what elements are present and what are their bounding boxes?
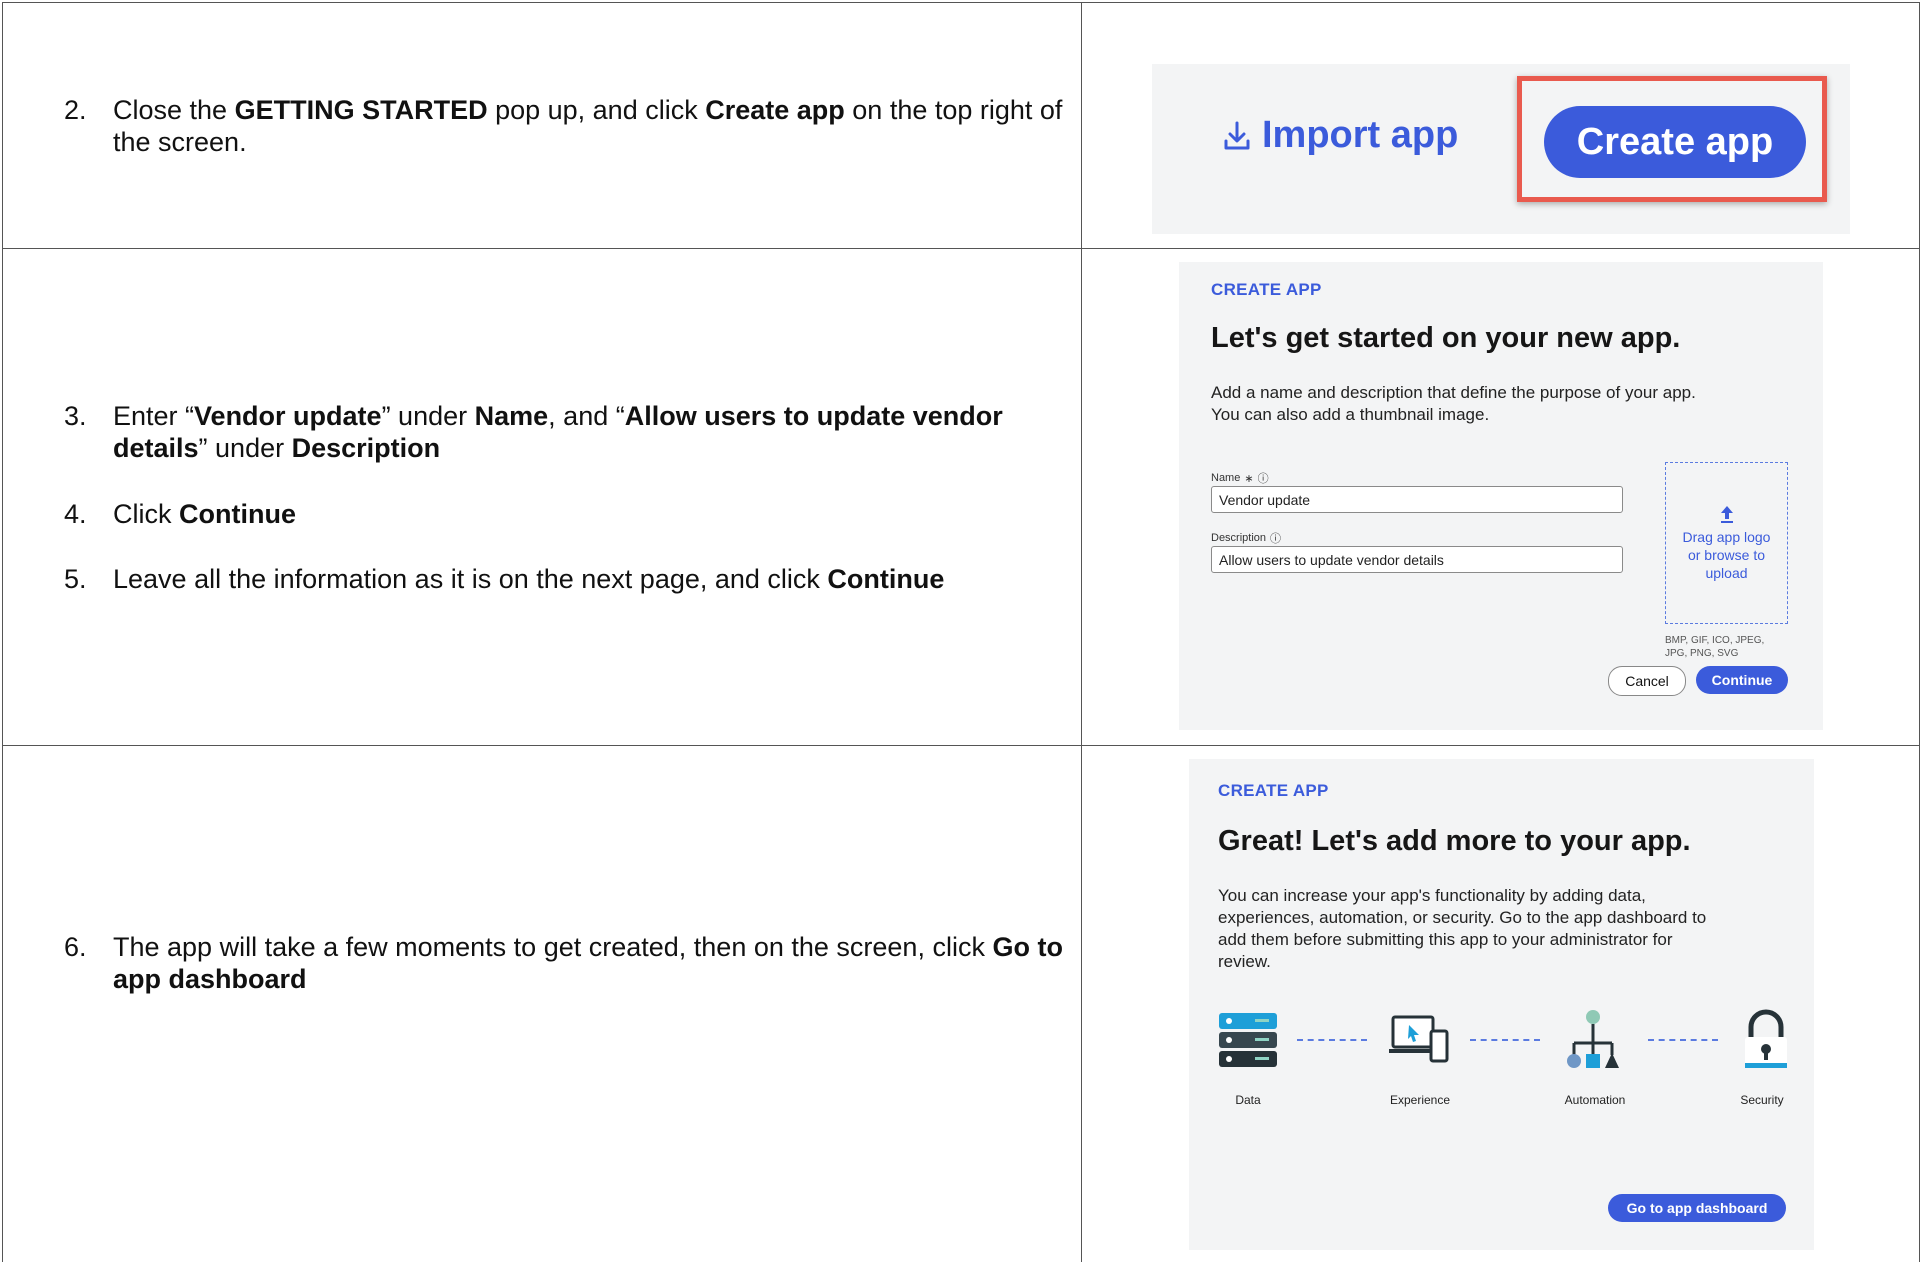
- step-number: 4.: [64, 499, 87, 529]
- eyebrow-label: CREATE APP: [1211, 280, 1322, 299]
- screenshot-create-app-form: CREATE APP Let's get started on your new…: [1179, 262, 1823, 730]
- create-app-button[interactable]: Create app: [1544, 106, 1806, 178]
- lock-icon: [1745, 1009, 1787, 1068]
- connector-line: [1470, 1039, 1540, 1041]
- import-app-link[interactable]: Import app: [1220, 114, 1458, 157]
- flow-icon: [1567, 1010, 1619, 1068]
- capability-label-security: Security: [1740, 1093, 1784, 1107]
- capability-label-data: Data: [1235, 1093, 1261, 1107]
- step-4: 4. Click Continue: [64, 498, 1064, 530]
- table-border-top: [2, 2, 1920, 3]
- capability-icons: [1217, 1009, 1797, 1071]
- table-border-left: [2, 2, 3, 1262]
- instruction-document: 2. Close the GETTING STARTED pop up, and…: [0, 0, 1923, 1262]
- go-to-app-dashboard-button[interactable]: Go to app dashboard: [1608, 1194, 1786, 1222]
- upload-icon: [1720, 506, 1733, 523]
- table-column-divider: [1081, 2, 1082, 1262]
- description-field-label: Description ⓘ: [1211, 532, 1282, 545]
- info-icon: ⓘ: [1270, 533, 1282, 545]
- table-row-divider-2: [2, 745, 1920, 746]
- step-text: Close the GETTING STARTED pop up, and cl…: [113, 95, 1063, 157]
- step-number: 3.: [64, 401, 87, 431]
- screenshot-app-created: CREATE APP Great! Let's add more to your…: [1189, 759, 1814, 1250]
- step-2: 2. Close the GETTING STARTED pop up, and…: [64, 94, 1064, 158]
- logo-upload-dropzone[interactable]: Drag app logo or browse to upload: [1665, 462, 1788, 624]
- continue-button[interactable]: Continue: [1696, 666, 1788, 694]
- capability-label-automation: Automation: [1564, 1093, 1626, 1107]
- name-input[interactable]: Vendor update: [1211, 486, 1623, 513]
- connector-line: [1297, 1039, 1367, 1041]
- step-text: Leave all the information as it is on th…: [113, 564, 945, 594]
- info-icon: ⓘ: [1257, 473, 1269, 485]
- capability-label-experience: Experience: [1389, 1093, 1451, 1107]
- cancel-button[interactable]: Cancel: [1608, 666, 1686, 696]
- devices-icon: [1389, 1015, 1449, 1063]
- table-border-right: [1919, 2, 1920, 1262]
- dialog-title: Let's get started on your new app.: [1211, 322, 1681, 354]
- dialog-title: Great! Let's add more to your app.: [1218, 825, 1691, 857]
- database-icon: [1219, 1013, 1277, 1067]
- step-number: 2.: [64, 95, 87, 125]
- required-asterisk-icon: ∗: [1244, 472, 1254, 485]
- step-text: The app will take a few moments to get c…: [113, 932, 1063, 994]
- connector-line: [1648, 1039, 1718, 1041]
- dialog-description: You can increase your app's functionalit…: [1218, 886, 1707, 971]
- step-text: Enter “Vendor update” under Name, and “A…: [113, 401, 1003, 463]
- file-format-hint: BMP, GIF, ICO, JPEG, JPG, PNG, SVG: [1665, 635, 1765, 659]
- import-app-label: Import app: [1262, 114, 1459, 156]
- screenshot-create-app-toolbar: Import app Create app: [1152, 64, 1850, 234]
- import-icon: [1224, 121, 1250, 149]
- step-number: 5.: [64, 564, 87, 594]
- step-number: 6.: [64, 932, 87, 962]
- step-6: 6. The app will take a few moments to ge…: [64, 931, 1064, 995]
- dialog-description: Add a name and description that define t…: [1211, 383, 1696, 424]
- table-row-divider-1: [2, 248, 1920, 249]
- step-text: Click Continue: [113, 499, 296, 529]
- eyebrow-label: CREATE APP: [1218, 781, 1329, 800]
- description-input[interactable]: Allow users to update vendor details: [1211, 546, 1623, 573]
- name-field-label: Name ∗ ⓘ: [1211, 472, 1269, 485]
- step-3: 3. Enter “Vendor update” under Name, and…: [64, 400, 1064, 464]
- step-5: 5. Leave all the information as it is on…: [64, 563, 1064, 595]
